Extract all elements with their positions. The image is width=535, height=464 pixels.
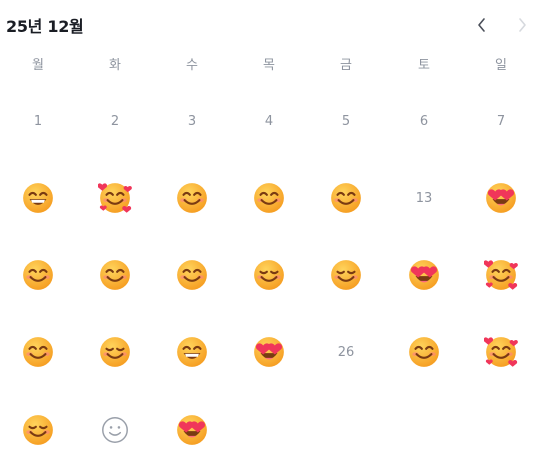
smiling-face-icon — [177, 183, 207, 213]
day-number: 6 — [419, 113, 429, 129]
calendar-day-cell[interactable] — [162, 408, 222, 452]
calendar-grid: 월 화 수 목 금 토 일 1 2 3 4 5 6 7 13 26 — [0, 0, 535, 464]
calendar-day-cell[interactable] — [162, 253, 222, 297]
day-number: 26 — [337, 344, 355, 360]
calendar-day-cell[interactable]: 26 — [316, 330, 376, 374]
day-number: 4 — [264, 113, 274, 129]
relieved-face-icon — [254, 260, 284, 290]
weekday-label: 목 — [263, 58, 275, 73]
weekday-label: 월 — [32, 58, 44, 73]
hearts-face-icon — [484, 260, 518, 290]
smiling-face-icon — [409, 337, 439, 367]
heart-eyes-face-icon — [177, 415, 207, 445]
weekday-label: 금 — [340, 58, 352, 73]
smiling-face-icon — [254, 183, 284, 213]
relieved-face-icon — [23, 415, 53, 445]
calendar-day-cell[interactable] — [394, 330, 454, 374]
grinning-face-icon — [23, 183, 53, 213]
heart-eyes-face-icon — [409, 260, 439, 290]
day-number: 5 — [341, 113, 351, 129]
calendar-day-cell[interactable] — [85, 330, 145, 374]
day-number: 7 — [496, 113, 506, 129]
day-number: 2 — [110, 113, 120, 129]
day-number: 1 — [33, 113, 43, 129]
empty-mood-icon — [102, 417, 128, 443]
calendar-day-cell[interactable]: 3 — [162, 99, 222, 143]
heart-eyes-face-icon — [486, 183, 516, 213]
calendar-day-cell[interactable] — [239, 176, 299, 220]
calendar-day-cell[interactable] — [8, 253, 68, 297]
calendar-day-cell[interactable]: 4 — [239, 99, 299, 143]
smiling-face-icon — [177, 260, 207, 290]
calendar-day-cell[interactable] — [8, 330, 68, 374]
day-number: 13 — [415, 190, 433, 206]
hearts-face-icon — [98, 183, 132, 213]
smiling-face-icon — [23, 260, 53, 290]
smiling-face-icon — [100, 260, 130, 290]
calendar-day-cell[interactable]: 2 — [85, 99, 145, 143]
hearts-face-icon — [484, 337, 518, 367]
calendar-day-cell[interactable] — [471, 176, 531, 220]
calendar-day-cell[interactable]: 5 — [316, 99, 376, 143]
calendar-day-cell[interactable] — [85, 408, 145, 452]
heart-eyes-face-icon — [254, 337, 284, 367]
relieved-face-icon — [331, 260, 361, 290]
calendar-day-cell[interactable] — [316, 176, 376, 220]
calendar-day-cell[interactable] — [8, 176, 68, 220]
calendar-day-cell[interactable]: 1 — [8, 99, 68, 143]
calendar-day-cell[interactable] — [85, 176, 145, 220]
smiling-face-icon — [331, 183, 361, 213]
calendar-day-cell[interactable]: 7 — [471, 99, 531, 143]
calendar-day-cell[interactable] — [162, 330, 222, 374]
weekday-label: 토 — [418, 58, 430, 73]
calendar-day-cell[interactable] — [162, 176, 222, 220]
calendar-day-cell[interactable] — [471, 253, 531, 297]
relieved-face-icon — [100, 337, 130, 367]
weekday-label: 화 — [109, 58, 121, 73]
weekday-label: 수 — [186, 58, 198, 73]
smiling-face-icon — [23, 337, 53, 367]
calendar-day-cell[interactable] — [471, 330, 531, 374]
calendar-day-cell[interactable]: 13 — [394, 176, 454, 220]
weekday-label: 일 — [495, 58, 507, 73]
calendar-day-cell[interactable] — [316, 253, 376, 297]
calendar-day-cell[interactable]: 6 — [394, 99, 454, 143]
calendar-day-cell[interactable] — [239, 253, 299, 297]
calendar-day-cell[interactable] — [239, 330, 299, 374]
calendar-day-cell[interactable] — [85, 253, 145, 297]
grinning-face-icon — [177, 337, 207, 367]
calendar-day-cell[interactable] — [394, 253, 454, 297]
day-number: 3 — [187, 113, 197, 129]
calendar-day-cell[interactable] — [8, 408, 68, 452]
